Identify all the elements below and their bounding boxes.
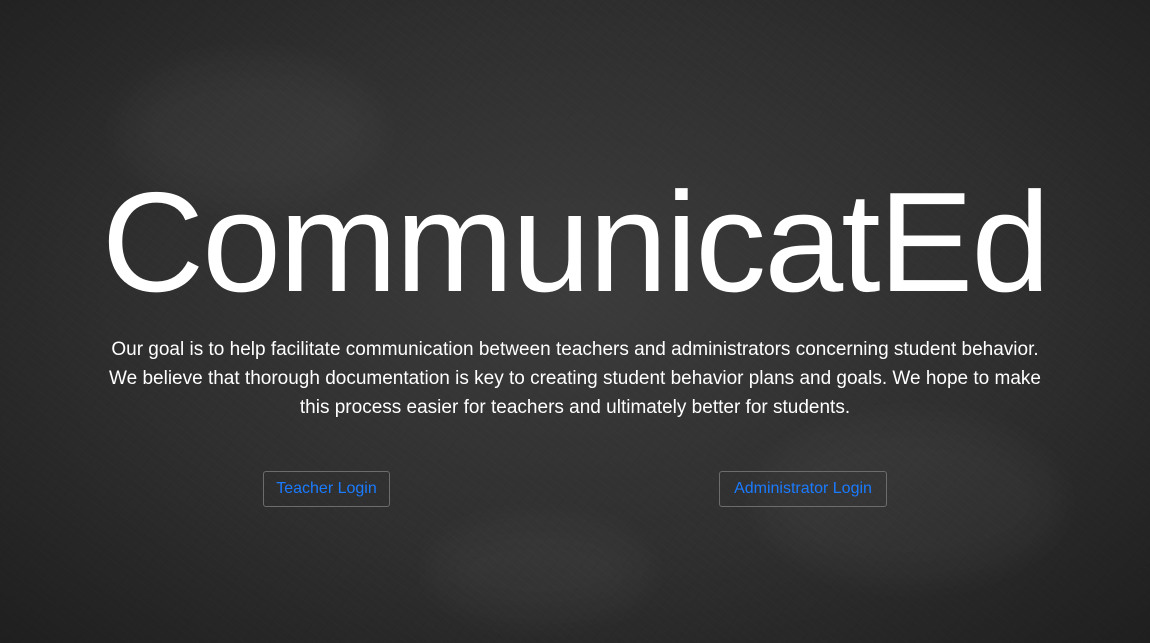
administrator-login-button[interactable]: Administrator Login xyxy=(719,471,887,507)
teacher-login-button[interactable]: Teacher Login xyxy=(263,471,390,507)
hero-section: CommunicatEd Our goal is to help facilit… xyxy=(0,0,1150,643)
mission-statement: Our goal is to help facilitate communica… xyxy=(109,339,1041,418)
page-title: CommunicatEd xyxy=(101,163,1051,322)
